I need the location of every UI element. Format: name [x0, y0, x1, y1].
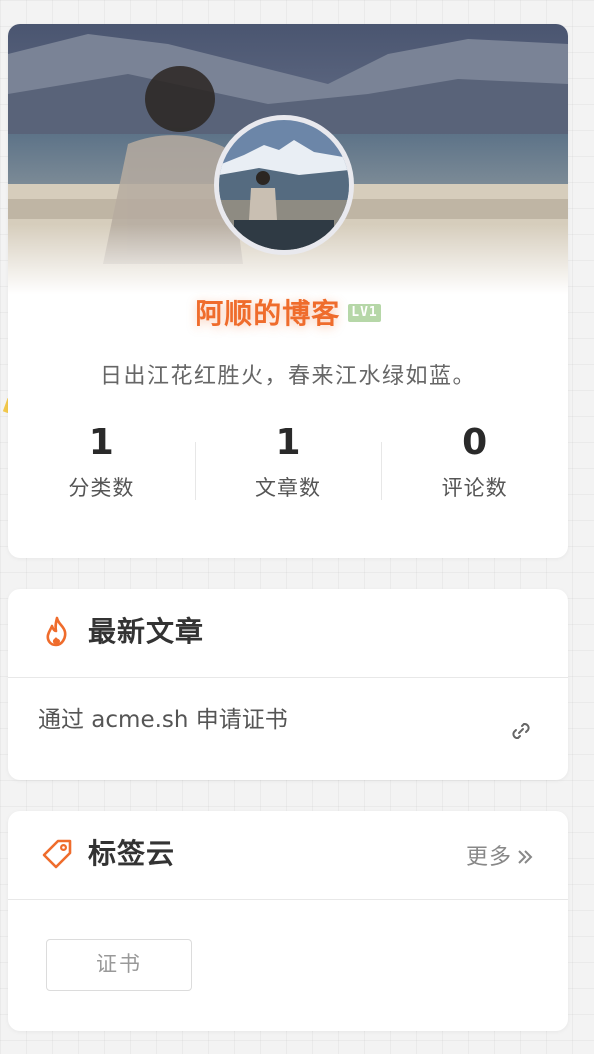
more-label: 更多	[465, 845, 512, 870]
tag-cloud-card: 标签云 更多 证书	[8, 811, 568, 1031]
stat-value: 1	[88, 422, 114, 463]
blog-motto: 日出江花红胜火，春来江水绿如蓝。	[99, 364, 476, 389]
tag-cloud-title: 标签云	[88, 837, 176, 870]
double-chevron-right-icon	[518, 850, 533, 864]
more-link[interactable]: 更多	[466, 843, 534, 873]
stat-value: 1	[275, 422, 301, 463]
profile-card: 阿顺的博客 LV1 日出江花红胜火，春来江水绿如蓝。 1 分类数 1 文章数 0 …	[8, 24, 568, 558]
recent-posts-title: 最新文章	[88, 615, 205, 648]
stat-label: 文章数	[255, 476, 321, 500]
stat-label: 评论数	[441, 476, 508, 500]
stat-value: 0	[462, 422, 488, 463]
recent-posts-card: 最新文章 通过 acme.sh 申请证书	[8, 589, 568, 780]
tag-chip[interactable]: 证书	[46, 939, 192, 991]
tag-cloud-header: 标签云 更多	[8, 811, 568, 900]
article-item[interactable]: 通过 acme.sh 申请证书	[8, 678, 568, 780]
stat-comments[interactable]: 0 评论数	[381, 420, 568, 510]
blog-name: 阿顺的博客	[195, 297, 341, 330]
link-icon[interactable]	[508, 718, 534, 744]
stat-categories[interactable]: 1 分类数	[8, 420, 195, 510]
stat-label: 分类数	[68, 476, 135, 500]
tag-icon	[42, 839, 72, 869]
recent-posts-header: 最新文章	[8, 589, 568, 678]
blog-title[interactable]: 阿顺的博客 LV1	[8, 292, 568, 332]
stats-row: 1 分类数 1 文章数 0 评论数	[8, 420, 568, 510]
stat-articles[interactable]: 1 文章数	[194, 420, 382, 510]
fire-icon	[46, 616, 67, 647]
level-badge: LV1	[348, 304, 381, 322]
avatar[interactable]	[214, 115, 354, 255]
article-title[interactable]: 通过 acme.sh 申请证书	[38, 704, 288, 736]
